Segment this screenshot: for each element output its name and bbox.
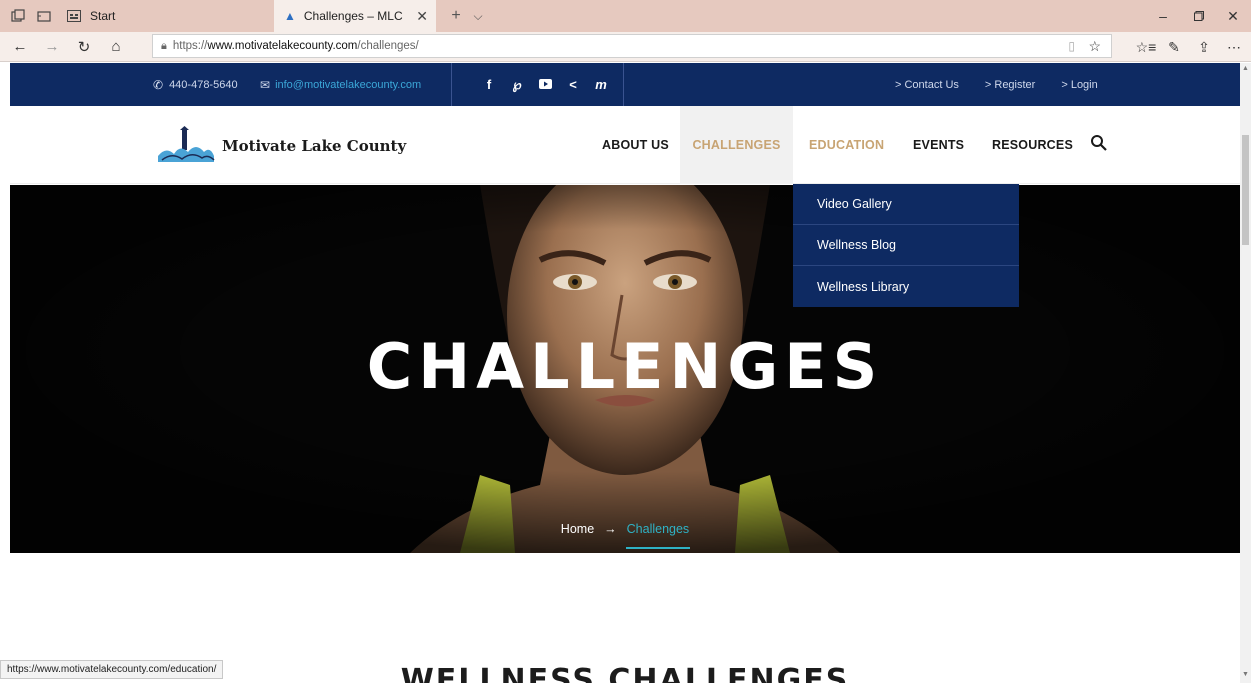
search-icon[interactable] <box>1090 134 1110 154</box>
phone-number: 440-478-5640 <box>169 78 238 91</box>
start-page-icon <box>64 7 84 25</box>
social-links: f ℘ < m <box>482 63 608 106</box>
more-menu-icon[interactable]: ⋯ <box>1220 34 1248 60</box>
url-host: www.motivatelakecounty.com <box>207 40 358 52</box>
tab-preview-icon[interactable] <box>8 7 28 25</box>
maximize-icon[interactable] <box>1181 0 1217 32</box>
tab-challenges[interactable]: ▲ Challenges – MLC ✕ <box>274 0 436 32</box>
url-input[interactable]: 🔒︎ https://www.motivatelakecounty.com/ch… <box>152 34 1112 58</box>
menu-item-wellness-library[interactable]: Wellness Library <box>793 266 1019 307</box>
refresh-icon[interactable]: ↻ <box>70 34 98 60</box>
url-prefix: https:// <box>172 40 208 52</box>
tab-start[interactable]: Start <box>60 0 210 32</box>
nav-challenges[interactable]: CHALLENGES <box>680 106 793 184</box>
site-favicon: ▲ <box>284 9 296 23</box>
share-icon[interactable]: < <box>566 77 580 92</box>
page-scrollbar[interactable]: ▲ ▼ <box>1240 63 1251 683</box>
email-link[interactable]: ✉ info@motivatelakecounty.com <box>260 63 421 106</box>
youtube-icon[interactable] <box>538 77 552 92</box>
chevron-down-icon[interactable]: ⌵ <box>468 9 488 24</box>
facebook-icon[interactable]: f <box>482 77 496 92</box>
divider <box>623 63 624 106</box>
breadcrumb: Home → Challenges <box>10 522 1240 549</box>
tab-label: Challenges – MLC <box>303 9 403 23</box>
nav-education[interactable]: EDUCATION <box>809 106 884 184</box>
phone-link[interactable]: ✆ 440-478-5640 <box>153 63 238 106</box>
logo-text: Motivate Lake County <box>222 137 407 155</box>
breadcrumb-current: Challenges <box>625 522 690 549</box>
top-info-bar: ✆ 440-478-5640 ✉ info@motivatelakecounty… <box>10 63 1240 106</box>
mightynetworks-icon[interactable]: m <box>594 77 608 92</box>
minimize-icon[interactable]: – <box>1145 0 1181 32</box>
hero-banner: CHALLENGES Home → Challenges <box>10 185 1240 553</box>
education-dropdown-menu: Video Gallery Wellness Blog Wellness Lib… <box>793 184 1019 307</box>
login-link[interactable]: > Login <box>1061 79 1097 91</box>
nav-resources[interactable]: RESOURCES <box>992 106 1073 184</box>
lighthouse-logo-icon <box>156 126 216 166</box>
site-logo[interactable]: Motivate Lake County <box>156 124 406 168</box>
close-window-icon[interactable]: ✕ <box>1215 0 1251 32</box>
pen-notes-icon[interactable]: ✎ <box>1160 34 1188 60</box>
link-status-bar: https://www.motivatelakecounty.com/educa… <box>0 660 224 679</box>
hero-title: CHALLENGES <box>366 330 884 403</box>
phone-icon: ✆ <box>153 77 164 92</box>
nav-events[interactable]: EVENTS <box>913 106 964 184</box>
contact-us-link[interactable]: > Contact Us <box>895 79 959 91</box>
nav-about-us[interactable]: ABOUT US <box>602 106 669 184</box>
back-icon[interactable]: ← <box>6 34 34 60</box>
scroll-thumb[interactable] <box>1242 135 1249 245</box>
menu-item-wellness-blog[interactable]: Wellness Blog <box>793 225 1019 266</box>
divider <box>451 63 452 106</box>
new-tab-icon[interactable]: + <box>444 7 468 25</box>
web-page: ✆ 440-478-5640 ✉ info@motivatelakecounty… <box>10 63 1240 683</box>
main-navigation: Motivate Lake County ABOUT US CHALLENGES… <box>10 106 1240 184</box>
envelope-icon: ✉ <box>260 77 271 92</box>
account-links: > Contact Us > Register > Login <box>895 63 1098 106</box>
scroll-down-icon[interactable]: ▼ <box>1240 669 1251 681</box>
share-icon[interactable]: ⇪ <box>1190 34 1218 60</box>
breadcrumb-home[interactable]: Home <box>561 522 594 536</box>
forward-icon[interactable]: → <box>38 34 66 60</box>
menu-item-video-gallery[interactable]: Video Gallery <box>793 184 1019 225</box>
url-path: /challenges/ <box>357 40 419 52</box>
lock-icon: 🔒︎ <box>161 39 167 52</box>
tab-label: Start <box>90 9 116 23</box>
favorites-list-icon[interactable]: ☆≡ <box>1132 34 1160 60</box>
email-address: info@motivatelakecounty.com <box>275 78 422 91</box>
breadcrumb-arrow-icon: → <box>604 522 617 536</box>
browser-tab-bar: Start ▲ Challenges – MLC ✕ + ⌵ – ✕ <box>0 0 1251 32</box>
set-aside-tabs-icon[interactable] <box>34 7 54 25</box>
scroll-up-icon[interactable]: ▲ <box>1240 63 1251 75</box>
browser-address-bar: ← → ↻ ⌂ 🔒︎ https://www.motivatelakecount… <box>0 32 1251 62</box>
home-icon[interactable]: ⌂ <box>102 34 130 60</box>
close-tab-icon[interactable]: ✕ <box>416 8 428 25</box>
reading-view-icon[interactable]: ▯ <box>1068 39 1075 53</box>
pinterest-icon[interactable]: ℘ <box>510 77 524 93</box>
favorite-star-icon[interactable]: ☆ <box>1088 38 1101 55</box>
register-link[interactable]: > Register <box>985 79 1035 91</box>
